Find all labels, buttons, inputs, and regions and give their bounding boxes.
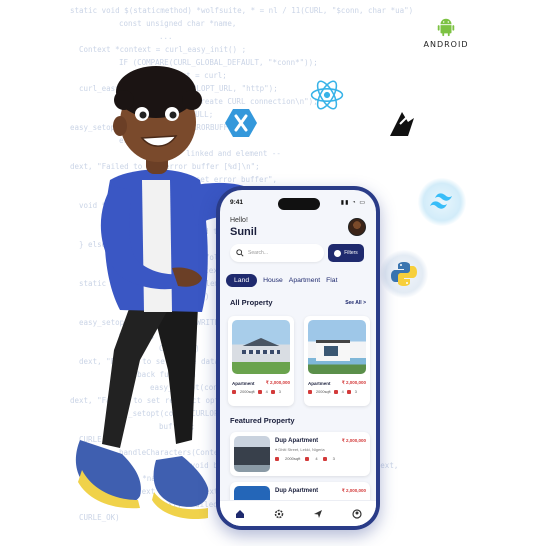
nav-home[interactable] <box>234 508 246 520</box>
see-all-link[interactable]: See All > <box>345 300 366 306</box>
ionic-logo <box>384 104 420 144</box>
filter-icon <box>334 249 342 257</box>
react-logo <box>306 76 348 114</box>
profile-icon <box>351 508 362 519</box>
python-icon <box>391 262 417 286</box>
bath-icon <box>270 390 276 394</box>
gear-icon <box>274 509 283 518</box>
area-icon <box>308 390 313 394</box>
dynamic-island <box>278 198 320 210</box>
android-logo: ANDROID <box>424 12 468 52</box>
property-card[interactable]: Apartment ₹ 2,000,000 2000sqft 4 3 <box>228 316 294 406</box>
react-icon <box>310 80 344 110</box>
user-name: Sunil <box>230 226 257 238</box>
status-time: 9:41 <box>230 199 244 206</box>
featured-title: Dup Apartment <box>275 488 319 494</box>
property-image <box>232 320 290 374</box>
featured-property-title: Featured Property <box>230 416 295 425</box>
featured-image <box>234 436 270 472</box>
category-tabs: Land House Apartment Flat <box>226 272 376 288</box>
tab-flat[interactable]: Flat <box>326 277 337 284</box>
area-icon <box>275 456 280 461</box>
bed-icon <box>305 456 310 461</box>
property-baths: 3 <box>278 390 281 394</box>
property-beds: 4 <box>265 390 268 394</box>
tailwind-logo <box>418 178 466 226</box>
all-property-title: All Property <box>230 298 273 307</box>
property-card[interactable]: Apartment ₹ 2,000,000 2000sqft 4 3 <box>304 316 370 406</box>
search-input[interactable]: Search... <box>230 244 324 262</box>
featured-address: Dhiti Street, Lekki, Nigeria <box>278 447 325 452</box>
bath-icon <box>322 456 328 461</box>
python-logo <box>380 250 428 298</box>
featured-card[interactable]: Dup Apartment ₹ 2,000,000 ⌖ Dhiti Street… <box>230 432 370 476</box>
featured-area: 2000sqft <box>285 456 301 461</box>
property-area: 2000sqft <box>316 390 331 394</box>
nav-settings[interactable] <box>273 508 285 520</box>
property-area: 2000sqft <box>240 390 255 394</box>
property-beds: 4 <box>341 390 344 394</box>
tab-land[interactable]: Land <box>226 273 258 287</box>
filters-label: Filters <box>344 250 358 256</box>
featured-beds: 4 <box>315 456 318 461</box>
search-placeholder: Search... <box>248 250 269 256</box>
featured-price: ₹ 2,000,000 <box>341 438 366 443</box>
filters-button[interactable]: Filters <box>328 244 364 262</box>
code-line: static void $(staticmethod) *wolfsuite, … <box>70 6 414 15</box>
nav-send[interactable] <box>312 508 324 520</box>
code-line: const unsigned char *name, <box>110 19 237 28</box>
property-image <box>308 320 366 374</box>
android-text: ANDROID <box>423 39 469 49</box>
status-icons: ▮▮ ◔ ▭ <box>340 200 366 206</box>
property-type: Apartment <box>308 380 331 386</box>
area-icon <box>232 390 237 394</box>
tab-apartment[interactable]: Apartment <box>289 277 320 284</box>
bottom-navigation <box>220 500 376 526</box>
ionic-icon <box>390 112 414 136</box>
bed-icon <box>257 390 263 394</box>
bed-icon <box>333 390 339 394</box>
bath-icon <box>346 390 352 394</box>
nav-profile[interactable] <box>351 508 363 520</box>
property-baths: 3 <box>354 390 357 394</box>
greeting: Hello! <box>230 217 248 224</box>
phone-mockup: 9:41 ▮▮ ◔ ▭ Hello! Sunil Search... Filte… <box>216 186 380 530</box>
search-icon <box>236 249 244 257</box>
property-price: ₹ 2,000,000 <box>341 380 366 385</box>
send-icon <box>313 509 322 518</box>
tailwind-icon <box>430 193 452 209</box>
home-icon <box>235 509 244 518</box>
tab-house[interactable]: House <box>263 277 283 284</box>
phone-screen: 9:41 ▮▮ ◔ ▭ Hello! Sunil Search... Filte… <box>220 190 376 526</box>
property-price: ₹ 2,000,000 <box>265 380 290 385</box>
featured-baths: 3 <box>332 456 335 461</box>
android-icon <box>437 18 455 36</box>
featured-price: ₹ 2,000,000 <box>341 488 366 493</box>
avatar[interactable] <box>348 218 366 236</box>
featured-title: Dup Apartment <box>275 438 319 444</box>
property-type: Apartment <box>232 380 255 386</box>
